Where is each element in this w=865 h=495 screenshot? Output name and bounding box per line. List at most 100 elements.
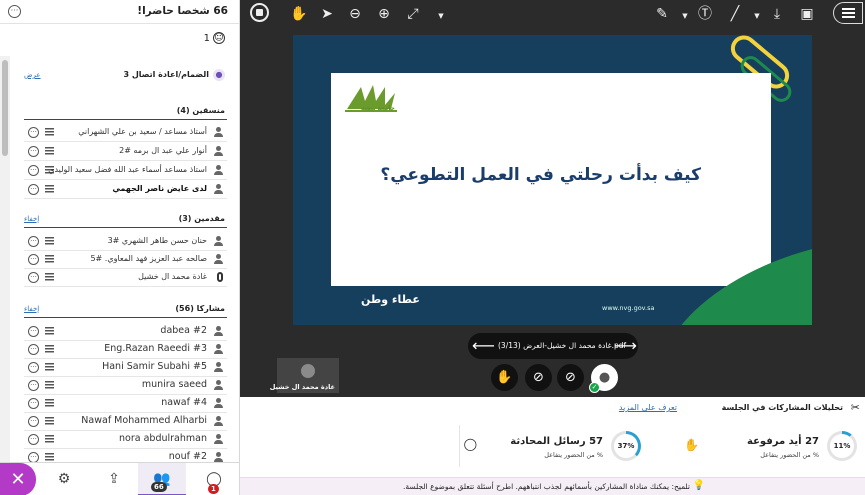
chevron-down-icon[interactable]: ▼ — [746, 4, 768, 24]
chat-count-badge: 1 — [208, 484, 219, 494]
list-item[interactable]: ··· لدى عايض ناصر الجهمي — [24, 181, 227, 199]
options-icon[interactable]: ··· — [28, 254, 39, 265]
list-item[interactable]: ··· Nawaf Mohammed Alharbi — [24, 413, 227, 431]
lightbulb-icon: 💡 — [692, 480, 705, 491]
list-icon — [45, 345, 54, 354]
attendee-name: Eng.Razan Raeedi #3 — [104, 343, 207, 354]
zoom-out-icon[interactable]: ⊖ — [344, 4, 366, 24]
stat-divider — [459, 425, 460, 467]
options-icon[interactable]: ··· — [28, 416, 39, 427]
list-item[interactable]: ··· استاذ مساعد أسماء عبد الله فضل سعيد ا… — [24, 162, 227, 180]
stop-sharing-button[interactable] — [250, 3, 269, 22]
share-button[interactable]: ⇪ — [90, 463, 138, 495]
avatar — [301, 364, 315, 378]
user-icon — [214, 184, 223, 194]
user-icon — [214, 434, 223, 444]
list-item[interactable]: ··· حنان حسن طاهر الشهري #3 — [24, 233, 227, 251]
user-icon — [214, 127, 223, 137]
list-icon — [45, 147, 54, 156]
list-icon — [45, 327, 54, 336]
hands-value: 27 أيد مرفوعة — [747, 436, 819, 447]
section-divider — [24, 119, 227, 120]
gear-icon: ⚙ — [57, 471, 71, 487]
list-icon — [45, 399, 54, 408]
file-title: غادة محمد ال خشيل-العرض.pdf — [523, 341, 627, 350]
options-icon[interactable]: ··· — [28, 434, 39, 445]
options-icon[interactable]: ··· — [28, 326, 39, 337]
scrollbar-thumb[interactable] — [2, 60, 8, 156]
hand-icon: ✋ — [496, 370, 513, 385]
list-item[interactable]: ··· Eng.Razan Raeedi #3 — [24, 341, 227, 359]
list-item[interactable]: ··· dabea #2 — [24, 323, 227, 341]
options-icon[interactable]: ··· — [28, 127, 39, 138]
engagement-panel: ✂ تحليلات المشاركات في الجلسة تعرف على ا… — [240, 397, 865, 495]
zoom-in-icon[interactable]: ⊕ — [373, 4, 395, 24]
list-item[interactable]: ··· nora abdulrahman — [24, 431, 227, 449]
attendee-name: استاذ مساعد أسماء عبد الله فضل سعيد الول… — [48, 165, 207, 174]
attendee-name: Nawaf Mohammed Alharbi — [81, 415, 207, 426]
options-icon[interactable]: ··· — [28, 272, 39, 283]
chat-button[interactable]: ◯ 1 — [190, 463, 238, 495]
options-icon[interactable]: ··· — [28, 165, 39, 176]
list-item[interactable]: ··· غادة محمد ال خشيل — [24, 269, 227, 287]
fit-page-icon[interactable]: ⤢ — [402, 4, 424, 24]
participants-title: مشاركا (56) — [175, 304, 225, 313]
screenshot-icon[interactable]: ▣ — [796, 4, 818, 24]
settings-button[interactable]: ⚙ — [40, 463, 88, 495]
panel-toolbar: ✕ ⚙ ⇪ 👥 66 ◯ 1 — [0, 462, 239, 495]
close-panel-button[interactable]: ✕ — [0, 463, 36, 495]
options-icon[interactable]: ··· — [28, 380, 39, 391]
list-item[interactable]: ··· Hani Samir Subahi #5 — [24, 359, 227, 377]
breakout-view-link[interactable]: عرض — [24, 71, 41, 79]
text-tool-icon[interactable]: Ⓣ — [694, 4, 716, 24]
attendee-name: nouf #2 — [168, 451, 207, 462]
microphone-toggle-button[interactable]: ⊘ — [557, 364, 584, 391]
chat-value: 57 رسائل المحادثة — [510, 436, 603, 447]
pen-tool-icon[interactable]: ✎ — [651, 4, 673, 24]
user-icon — [214, 236, 223, 246]
breakout-row: عرض الضمام/اعادة اتصال 3 ● — [24, 69, 225, 82]
options-icon[interactable]: ··· — [28, 398, 39, 409]
camera-toggle-button[interactable]: ⊘ — [525, 364, 552, 391]
hamburger-menu-icon[interactable] — [833, 2, 863, 24]
line-tool-icon[interactable]: ╱ — [724, 4, 746, 24]
my-status-button[interactable]: ● ✓ — [589, 364, 618, 393]
list-item[interactable]: ··· أستاذ مساعد / سعيد بن علي الشهراني — [24, 124, 227, 142]
list-item[interactable]: ··· أنوار علي عبد ال برمه #2 — [24, 143, 227, 161]
video-tile[interactable]: غادة محمد ال خشيل — [270, 358, 339, 393]
options-icon[interactable]: ··· — [28, 236, 39, 247]
learn-more-link[interactable]: تعرف على المزيد — [619, 403, 677, 412]
attendee-count-title: 66 شخصا حاضرا! — [137, 5, 228, 17]
engagement-title: تحليلات المشاركات في الجلسة — [721, 403, 843, 412]
list-icon — [45, 417, 54, 426]
list-item[interactable]: ··· nawaf #4 — [24, 395, 227, 413]
chevron-down-icon[interactable]: ▼ — [430, 4, 452, 24]
video-tile-name: غادة محمد ال خشيل — [269, 383, 335, 391]
university-logo-text: جامعة بيشة — [361, 105, 395, 112]
previous-slide-button[interactable]: ⟵ — [472, 335, 495, 357]
user-icon: ● — [598, 370, 611, 385]
people-count-badge: 66 — [151, 482, 167, 492]
pointer-tool-icon[interactable]: ➤ — [316, 4, 338, 24]
list-item[interactable]: ··· صالحه عبد العزيز فهد المعاوي. #5 — [24, 251, 227, 269]
options-icon[interactable]: ··· — [28, 146, 39, 157]
chevron-down-icon[interactable]: ▼ — [674, 4, 696, 24]
more-options-icon[interactable]: ··· — [8, 5, 21, 18]
hand-icon: ✋ — [684, 438, 699, 452]
presenters-hide-link[interactable]: إخفاء — [24, 215, 39, 223]
smile-icon[interactable]: ☺ — [213, 32, 225, 44]
list-icon — [45, 128, 54, 137]
options-icon[interactable]: ··· — [28, 362, 39, 373]
slide-headline: كيف بدأت رحلتي في العمل التطوعي؟ — [380, 165, 701, 185]
raise-hand-button[interactable]: ✋ — [491, 364, 518, 391]
attendees-tab-button[interactable]: 👥 66 — [138, 463, 186, 495]
reaction-row[interactable]: 1 ☺ — [204, 32, 225, 44]
list-item[interactable]: ··· munira saeed — [24, 377, 227, 395]
download-icon[interactable]: ⤓ — [766, 4, 788, 24]
hand-tool-icon[interactable]: ✋ — [288, 4, 310, 24]
participants-hide-link[interactable]: إخفاء — [24, 305, 39, 313]
next-slide-button[interactable]: ⟶ — [614, 335, 637, 357]
options-icon[interactable]: ··· — [28, 184, 39, 195]
attendee-scrollbar[interactable] — [0, 56, 10, 466]
options-icon[interactable]: ··· — [28, 344, 39, 355]
